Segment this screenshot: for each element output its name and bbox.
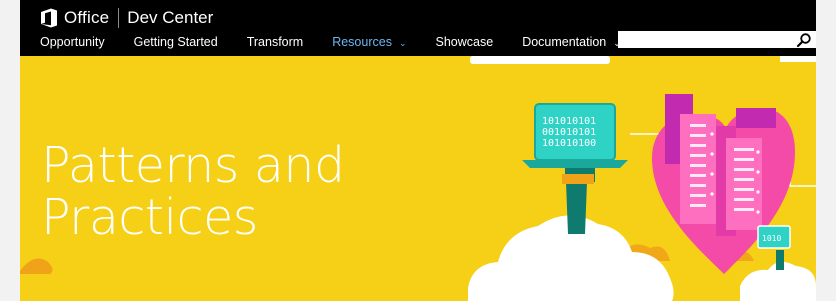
search-box [618,31,816,48]
hero-top-tab-right [780,56,816,62]
brand-divider [118,8,120,28]
nav-item-label: Opportunity [40,35,105,49]
laptop-base [522,160,628,168]
chip-text: 1010 [762,234,781,243]
brand-section-text: Dev Center [127,8,214,27]
brand-office-text: Office [64,8,110,27]
left-cloud-shape [20,258,53,274]
brand-logo[interactable]: Office Dev Center [40,6,213,30]
hero-title: Patterns and Practices [41,140,345,244]
office-logo-icon [41,8,57,28]
hero-title-line-1: Patterns and [41,137,345,194]
heart-building [680,114,716,224]
hero-title-line-2: Practices [41,189,258,246]
nav-item-documentation[interactable]: Documentation ⌄ [522,33,621,51]
nav-item-transform[interactable]: Transform [247,33,304,51]
nav-item-label: Resources [332,35,392,49]
search-input[interactable] [618,32,794,47]
nav-item-opportunity[interactable]: Opportunity [40,33,105,51]
site-header: Office Dev Center Opportunity Getting St… [20,0,816,56]
laptop-binary-line: 001010101 [542,127,596,138]
nav-item-resources[interactable]: Resources ⌄ [332,33,406,51]
hero-top-tab [470,56,610,64]
nav-item-label: Showcase [435,35,494,49]
laptop-binary-line: 101010100 [542,138,596,149]
search-icon[interactable] [796,32,812,48]
nav-item-label: Transform [246,35,304,49]
laptop-binary-line: 101010101 [542,116,596,127]
page-frame: Office Dev Center Opportunity Getting St… [20,0,816,301]
nav-item-getting-started[interactable]: Getting Started [134,33,218,51]
cuff-shape [562,174,594,184]
nav-item-label: Documentation [522,35,607,49]
nav-item-label: Getting Started [133,35,218,49]
main-nav: Opportunity Getting Started Transform Re… [40,33,650,51]
nav-item-showcase[interactable]: Showcase [436,33,494,51]
heart-building [736,108,776,128]
small-arm-shape [776,250,784,270]
chevron-down-icon: ⌄ [398,37,407,48]
hero-banner: 101010101 001010101 101010100 1010 Patte… [20,56,816,301]
